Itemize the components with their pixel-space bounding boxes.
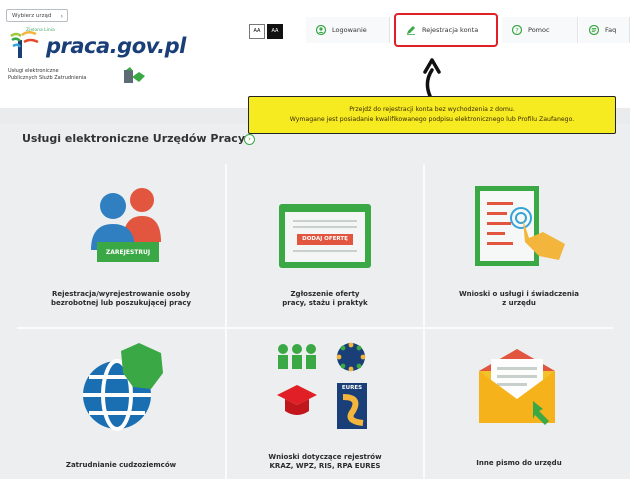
info-icon[interactable]: › [244,134,255,145]
office-select[interactable]: Wybierz urząd › [6,9,68,22]
add-offer-button[interactable]: DODAJ OFERTĘ [297,236,353,242]
tile-job-offer-line-1: Zgłoszenie oferty [290,290,360,298]
eures-badge: EURES [341,385,363,391]
services-line-1: Usługi elektroniczne [8,68,59,74]
page: Wybierz urząd › Zielona Linia praca.gov.… [0,0,630,479]
tile-job-offer[interactable]: DODAJ OFERTĘ Zgłoszenie oferty pracy, st… [227,164,423,327]
graduation-cap-icon [277,385,317,415]
tile-foreigners-line-1: Zatrudnianie cudzoziemców [65,461,177,469]
logo-tagline: Zielona Linia [26,28,55,33]
nav-faq-label: Faq [605,26,617,34]
psz-hand-logo-icon [124,67,145,83]
section-title: Usługi elektroniczne Urzędów Pracy [22,132,246,145]
tile-foreigners[interactable]: Zatrudnianie cudzoziemców [17,329,225,479]
site-logo[interactable]: Zielona Linia praca.gov.pl [8,28,186,60]
services-line-2: Publicznych Służb Zatrudnienia [8,75,87,81]
services-caption: Usługi elektroniczne Publicznych Służb Z… [8,68,118,82]
eu-stars-icon [336,342,366,372]
nav-help-label: Pomoc [528,26,550,34]
tile-other-letter-line-1: Inne pismo do urzędu [476,459,562,467]
font-size-contrast-button[interactable]: AA [267,24,283,39]
faq-icon [589,25,599,35]
tile-other-letter[interactable]: Inne pismo do urzędu [425,329,613,479]
nav-register[interactable]: Rejestracja konta [394,13,498,47]
nav-help[interactable]: ? Pomoc [502,17,578,43]
globe-icon [83,343,163,431]
nav-faq[interactable]: Faq [579,17,630,43]
annotation-arrow-icon [423,58,441,98]
document-touch-icon [475,186,565,266]
tile-job-offer-line-2: pracy, stażu i praktyk [282,299,368,307]
tile-registration[interactable]: ZAREJESTRUJ Rejestracja/wyrejestrowanie … [17,164,225,327]
tile-registration-line-1: Rejestracja/wyrejestrowanie osoby [51,290,191,298]
help-icon: ? [512,25,522,35]
svg-text:?: ? [515,26,518,34]
font-size-normal-button[interactable]: AA [249,24,265,39]
pencil-icon [407,26,415,35]
group-icon [278,344,316,369]
tooltip-line-1: Przejdź do rejestracji konta bez wychodz… [349,106,515,113]
tile-applications[interactable]: Wnioski o usługi i świadczenia z urzędu [425,164,613,327]
registration-tooltip: Przejdź do rejestracji konta bez wychodz… [248,96,616,134]
font-size-switch: AA AA [249,24,283,39]
tile-registers[interactable]: EURES Wnioski dotyczące rejestrów KRAZ, … [227,329,423,479]
nav-register-label: Rejestracja konta [422,26,479,34]
tile-registration-line-2: bezrobotnej lub poszukującej pracy [50,299,192,307]
login-icon [316,25,326,35]
logo-text: praca.gov.pl [46,34,186,58]
tile-registers-line-1: Wnioski dotyczące rejestrów [268,453,382,461]
tile-applications-line-2: z urzędu [502,299,536,307]
nav-login[interactable]: Logowanie [306,17,390,43]
tooltip-line-2: Wymagane jest posiadanie kwalifikowanego… [289,116,575,123]
services-grid: ZAREJESTRUJ Rejestracja/wyrejestrowanie … [17,164,613,479]
nav-login-label: Logowanie [332,26,367,34]
office-select-label: Wybierz urząd [12,13,52,19]
header: Wybierz urząd › Zielona Linia praca.gov.… [0,0,630,108]
register-button[interactable]: ZAREJESTRUJ [97,249,159,256]
chevron-right-icon: › [60,13,63,20]
tile-registers-line-2: KRAZ, WPZ, RIS, RPA EURES [269,462,381,470]
tile-applications-line-1: Wnioski o usługi i świadczenia [458,290,580,298]
envelope-icon [479,349,555,425]
